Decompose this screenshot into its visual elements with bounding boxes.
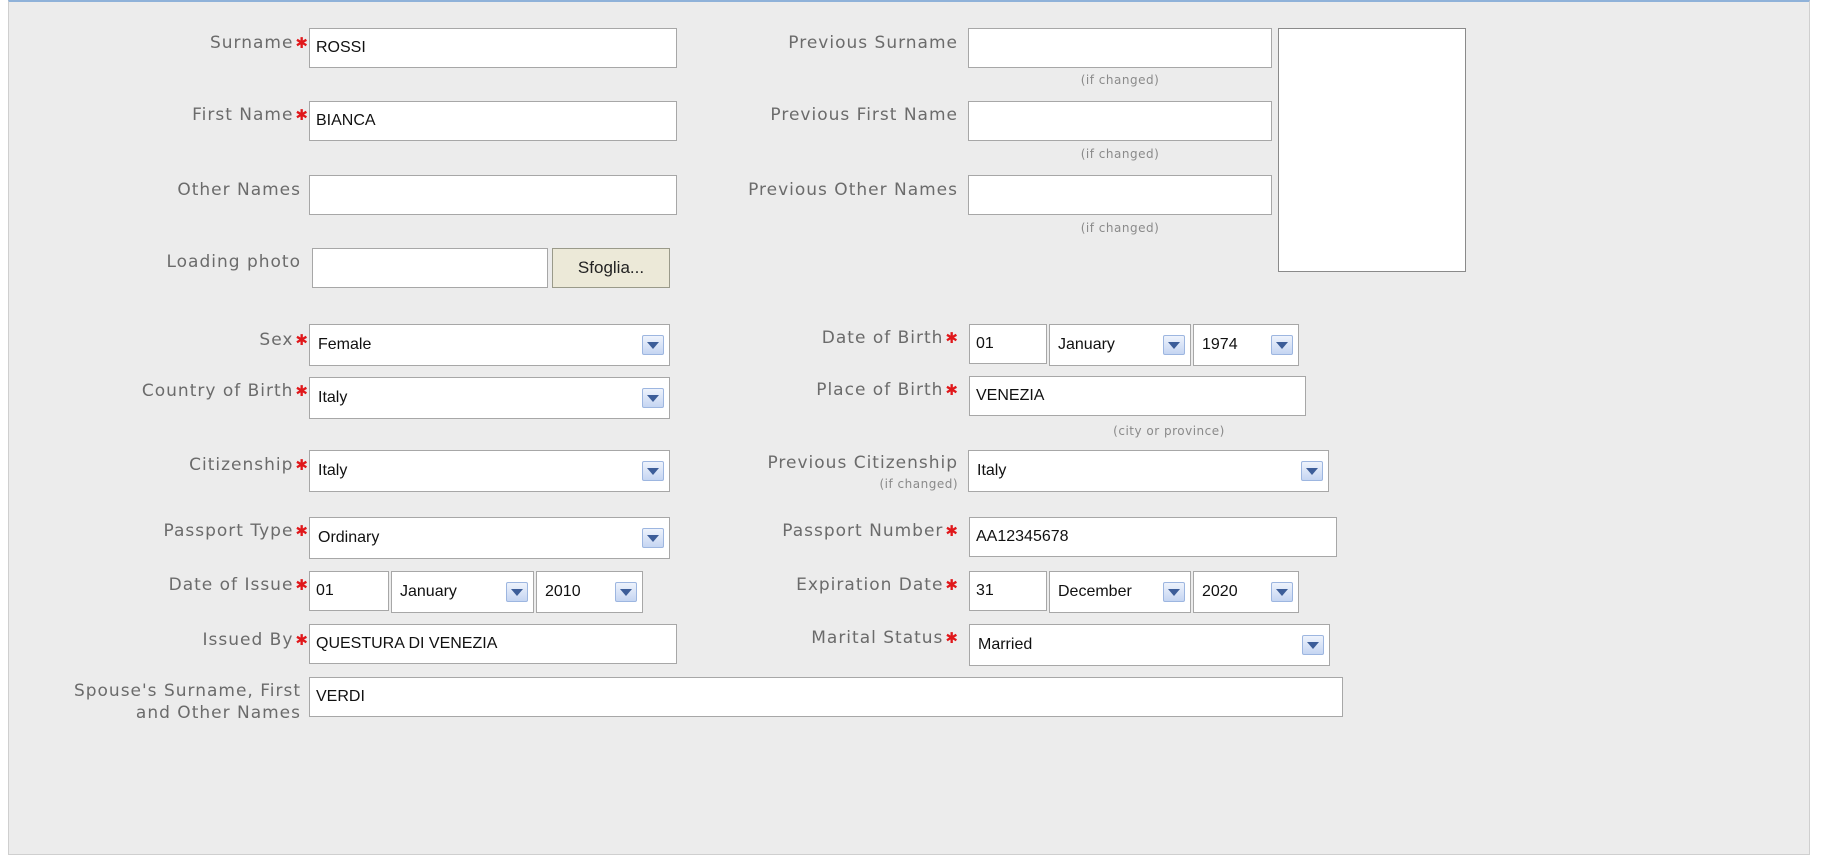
date-of-issue-label: Date of Issue ✱: [168, 575, 309, 595]
previous-citizenship-label: Previous Citizenship: [767, 453, 958, 473]
previous-first-name-label: Previous First Name: [770, 105, 958, 125]
chevron-down-icon[interactable]: [1163, 335, 1185, 355]
birth-year-select[interactable]: 1974: [1193, 324, 1299, 366]
issued-by-label: Issued By ✱: [202, 630, 309, 650]
photo-preview: [1278, 28, 1466, 272]
passport-number-label: Passport Number ✱: [782, 521, 959, 541]
chevron-down-icon[interactable]: [1302, 635, 1324, 655]
issue-month-select[interactable]: January: [391, 571, 534, 613]
previous-first-name-note: (if changed): [1080, 147, 1160, 161]
chevron-down-icon[interactable]: [1271, 582, 1293, 602]
expiration-month-value: December: [1058, 583, 1132, 600]
previous-citizenship-select[interactable]: Italy: [968, 450, 1329, 492]
marital-status-select[interactable]: Married: [969, 624, 1330, 666]
previous-other-names-note: (if changed): [1080, 221, 1160, 235]
marital-status-value: Married: [978, 636, 1033, 653]
required-marker: ✱: [945, 381, 959, 399]
required-marker: ✱: [295, 34, 309, 52]
birth-day-input[interactable]: 01: [969, 324, 1047, 364]
expiration-month-select[interactable]: December: [1049, 571, 1191, 613]
previous-citizenship-note: (if changed): [879, 477, 958, 491]
previous-other-names-input[interactable]: [968, 175, 1272, 215]
birth-month-value: January: [1058, 336, 1115, 353]
visa-form-panel: Surname ✱ ROSSI Previous Surname (if chan…: [8, 0, 1810, 855]
country-of-birth-value: Italy: [318, 389, 348, 406]
expiration-date-label: Expiration Date ✱: [796, 575, 959, 595]
sex-select[interactable]: Female: [309, 324, 670, 366]
required-marker: ✱: [295, 522, 309, 540]
required-marker: ✱: [295, 576, 309, 594]
passport-type-select[interactable]: Ordinary: [309, 517, 670, 559]
browse-button[interactable]: Sfoglia...: [552, 248, 670, 288]
issue-year-value: 2010: [545, 583, 581, 600]
required-marker: ✱: [295, 456, 309, 474]
passport-type-label: Passport Type ✱: [163, 521, 309, 541]
place-of-birth-label: Place of Birth ✱: [816, 380, 959, 400]
first-name-label: First Name ✱: [192, 105, 309, 125]
spouse-names-input[interactable]: VERDI: [309, 677, 1343, 717]
chevron-down-icon[interactable]: [1301, 461, 1323, 481]
previous-other-names-label: Previous Other Names: [748, 180, 958, 200]
required-marker: ✱: [295, 331, 309, 349]
chevron-down-icon[interactable]: [615, 582, 637, 602]
country-of-birth-label: Country of Birth ✱: [141, 381, 309, 401]
place-of-birth-note: (city or province): [1113, 424, 1225, 438]
issued-by-input[interactable]: QUESTURA DI VENEZIA: [309, 624, 677, 664]
previous-surname-input[interactable]: [968, 28, 1272, 68]
photo-file-input[interactable]: [312, 248, 548, 288]
previous-first-name-input[interactable]: [968, 101, 1272, 141]
citizenship-select[interactable]: Italy: [309, 450, 670, 492]
place-of-birth-input[interactable]: VENEZIA: [969, 376, 1306, 416]
surname-label: Surname ✱: [209, 33, 309, 53]
required-marker: ✱: [945, 576, 959, 594]
previous-citizenship-value: Italy: [977, 462, 1007, 479]
birth-year-value: 1974: [1202, 336, 1238, 353]
issue-day-input[interactable]: 01: [309, 571, 389, 611]
chevron-down-icon[interactable]: [1163, 582, 1185, 602]
other-names-input[interactable]: [309, 175, 677, 215]
marital-status-label: Marital Status ✱: [811, 628, 959, 648]
required-marker: ✱: [295, 382, 309, 400]
issue-year-select[interactable]: 2010: [536, 571, 643, 613]
sex-value: Female: [318, 336, 372, 353]
passport-type-value: Ordinary: [318, 529, 380, 546]
citizenship-value: Italy: [318, 462, 348, 479]
required-marker: ✱: [945, 329, 959, 347]
other-names-label: Other Names: [177, 180, 301, 200]
citizenship-label: Citizenship ✱: [189, 455, 309, 475]
first-name-input[interactable]: BIANCA: [309, 101, 677, 141]
surname-input[interactable]: ROSSI: [309, 28, 677, 68]
chevron-down-icon[interactable]: [506, 582, 528, 602]
required-marker: ✱: [945, 629, 959, 647]
birth-month-select[interactable]: January: [1049, 324, 1191, 366]
sex-label: Sex ✱: [259, 330, 309, 350]
spouse-names-label: Spouse's Surname, First and Other Names: [73, 681, 301, 723]
required-marker: ✱: [295, 106, 309, 124]
previous-surname-label: Previous Surname: [788, 33, 958, 53]
expiration-day-input[interactable]: 31: [969, 571, 1047, 611]
country-of-birth-select[interactable]: Italy: [309, 377, 670, 419]
chevron-down-icon[interactable]: [1271, 335, 1293, 355]
loading-photo-label: Loading photo: [166, 252, 301, 272]
expiration-year-value: 2020: [1202, 583, 1238, 600]
expiration-year-select[interactable]: 2020: [1193, 571, 1299, 613]
previous-surname-note: (if changed): [1080, 73, 1160, 87]
issue-month-value: January: [400, 583, 457, 600]
required-marker: ✱: [945, 522, 959, 540]
passport-number-input[interactable]: AA12345678: [969, 517, 1337, 557]
date-of-birth-label: Date of Birth ✱: [821, 328, 959, 348]
required-marker: ✱: [295, 631, 309, 649]
